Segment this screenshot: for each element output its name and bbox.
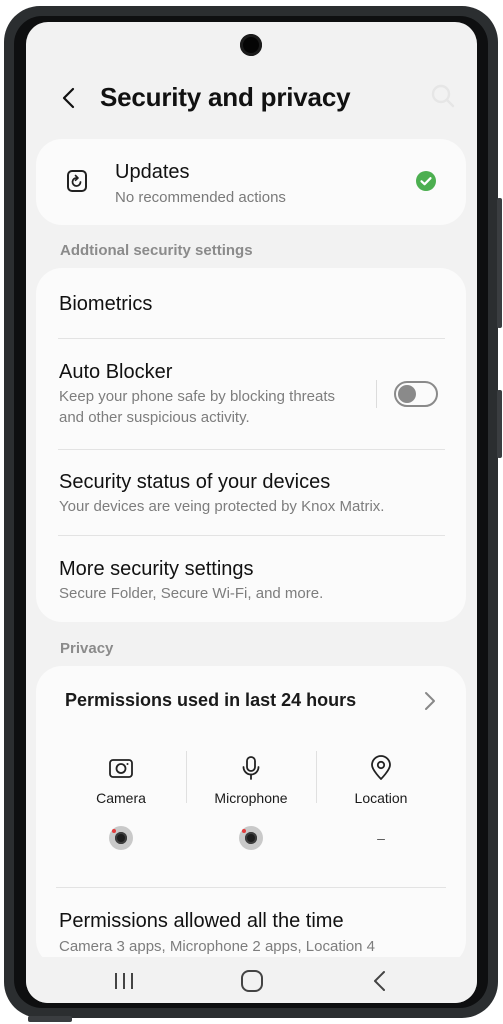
recent-apps-icon xyxy=(115,973,133,989)
divider xyxy=(58,535,445,536)
permissions-allowed-subtitle: Camera 3 apps, Microphone 2 apps, Locati… xyxy=(59,938,376,955)
more-security-item[interactable]: More security settings Secure Folder, Se… xyxy=(59,558,445,604)
camera-label: Camera xyxy=(96,790,146,806)
chevron-left-icon xyxy=(62,87,75,109)
permissions-allowed-title[interactable]: Permissions allowed all the time xyxy=(59,910,344,933)
permissions-used-title[interactable]: Permissions used in last 24 hours xyxy=(65,690,356,711)
divider xyxy=(56,887,446,888)
back-nav-button[interactable] xyxy=(366,967,394,995)
camera-icon xyxy=(109,759,133,778)
app-header: Security and privacy xyxy=(26,78,477,118)
toggle-knob xyxy=(398,385,416,403)
security-status-subtitle: Your devices are veing protected by Knox… xyxy=(59,498,385,515)
security-status-title: Security status of your devices xyxy=(59,471,331,493)
location-label: Location xyxy=(354,790,408,806)
search-icon xyxy=(431,84,455,108)
privacy-section-label: Privacy xyxy=(60,640,114,657)
more-security-subtitle: Secure Folder, Secure Wi-Fi, and more. xyxy=(59,585,324,602)
app-icon xyxy=(239,826,263,850)
microphone-label: Microphone xyxy=(214,790,288,806)
security-status-item[interactable]: Security status of your devices Your dev… xyxy=(59,471,445,517)
check-circle-icon xyxy=(416,171,436,191)
toggle-separator xyxy=(376,380,377,408)
search-button[interactable] xyxy=(429,82,457,110)
power-button xyxy=(497,390,502,458)
biometrics-item[interactable]: Biometrics xyxy=(59,293,445,316)
security-settings-card: Biometrics Auto Blocker Keep your phone … xyxy=(36,268,466,622)
auto-blocker-subtitle: Keep your phone safe by blocking threats… xyxy=(59,388,336,426)
back-button[interactable] xyxy=(56,84,84,112)
microphone-permission[interactable]: Microphone xyxy=(186,754,316,850)
front-camera xyxy=(240,34,262,56)
updates-title: Updates xyxy=(115,161,190,183)
auto-blocker-toggle[interactable] xyxy=(394,381,438,407)
microphone-icon xyxy=(242,756,260,780)
home-button[interactable] xyxy=(238,967,266,995)
app-icon xyxy=(109,826,133,850)
frame-nub xyxy=(28,1016,72,1022)
biometrics-title: Biometrics xyxy=(59,293,153,315)
security-section-label: Addtional security settings xyxy=(60,242,253,259)
divider xyxy=(58,338,445,339)
auto-blocker-item[interactable]: Auto Blocker Keep your phone safe by blo… xyxy=(59,361,359,428)
no-apps-dash: – xyxy=(377,830,385,846)
location-permission[interactable]: Location – xyxy=(316,754,446,850)
privacy-card: Permissions used in last 24 hours Camera… xyxy=(36,666,466,966)
camera-permission[interactable]: Camera xyxy=(56,754,186,850)
update-icon xyxy=(67,170,87,192)
auto-blocker-title: Auto Blocker xyxy=(59,361,173,383)
volume-button xyxy=(497,198,502,328)
home-icon xyxy=(241,970,263,992)
updates-subtitle: No recommended actions xyxy=(115,189,286,206)
recent-apps-button[interactable] xyxy=(110,967,138,995)
location-icon xyxy=(371,755,391,780)
navigation-bar xyxy=(26,957,477,1003)
chevron-right-icon[interactable] xyxy=(420,688,440,714)
divider xyxy=(58,449,445,450)
page-title: Security and privacy xyxy=(100,82,351,112)
screen: Security and privacy Updates No recommen… xyxy=(26,22,477,1003)
more-security-title: More security settings xyxy=(59,558,254,580)
back-icon xyxy=(374,971,385,991)
updates-card[interactable]: Updates No recommended actions xyxy=(36,139,466,225)
